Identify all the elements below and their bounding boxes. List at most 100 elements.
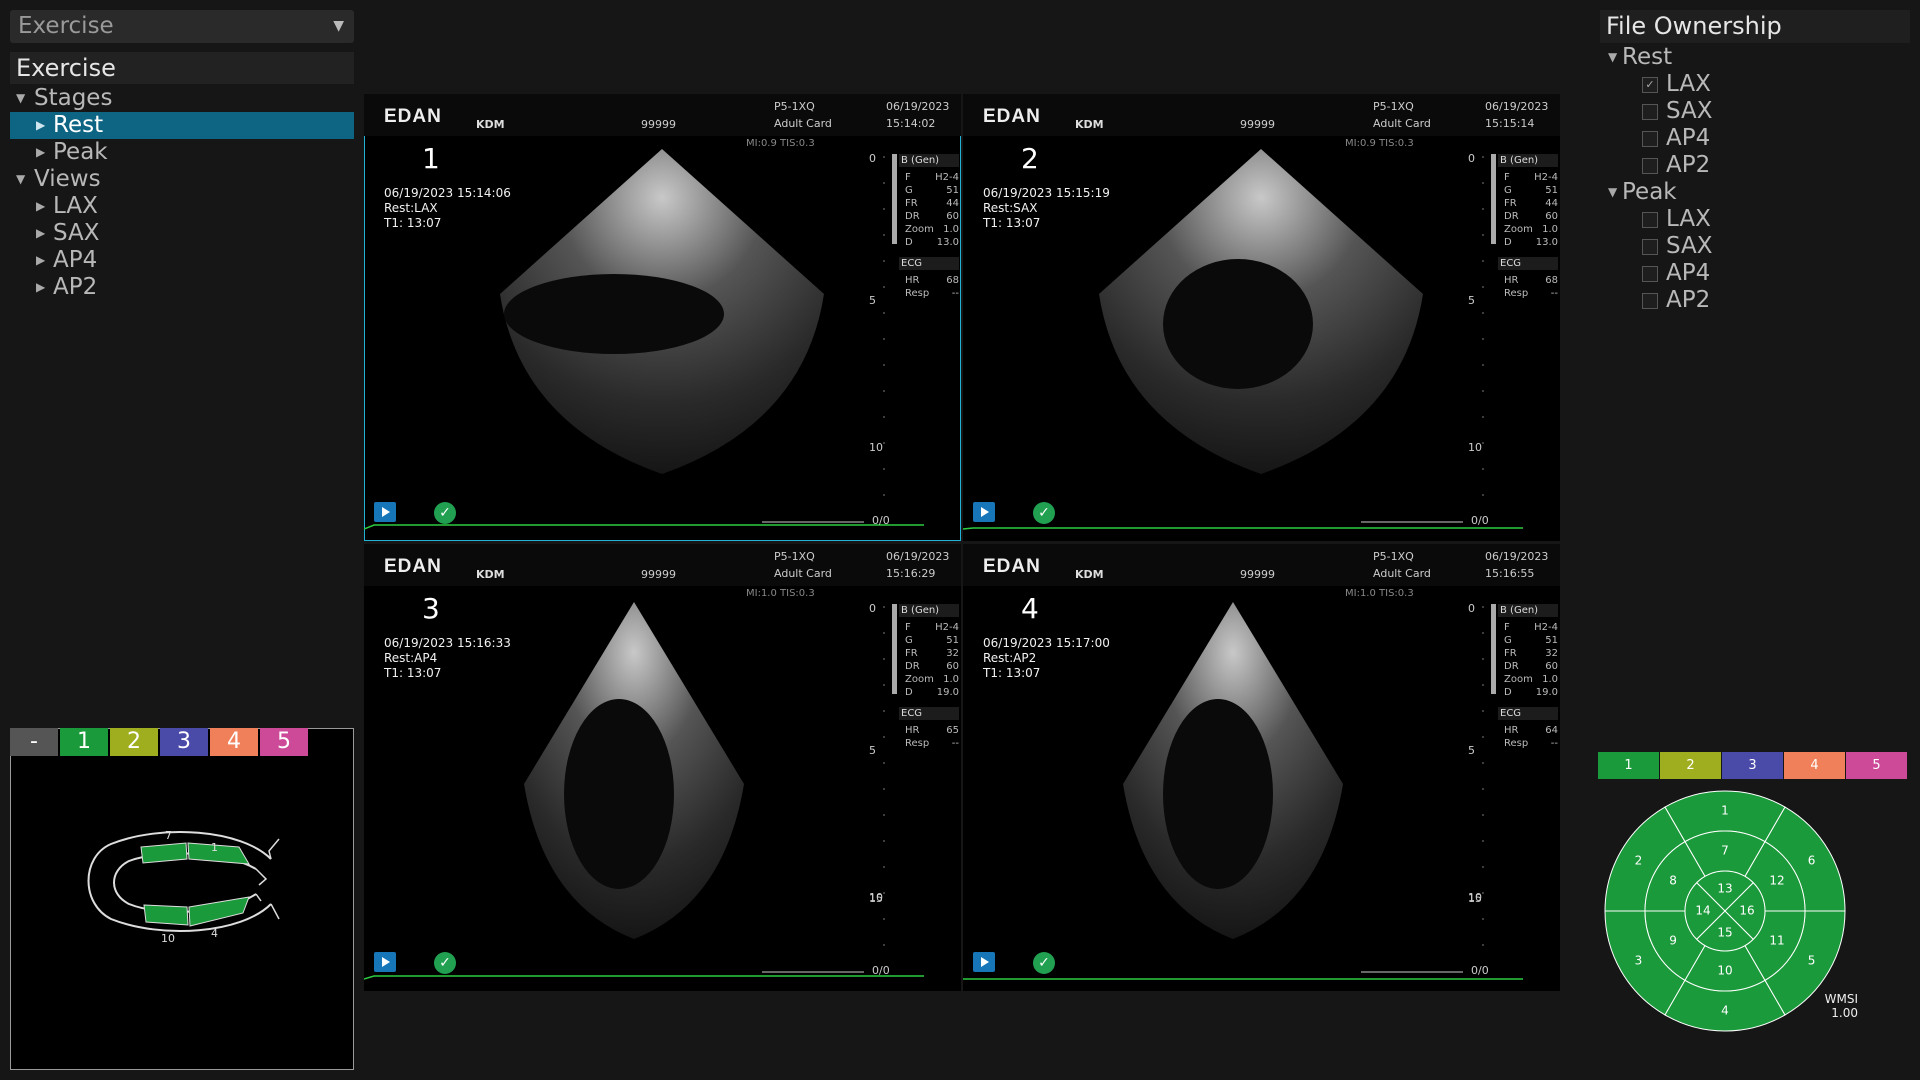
play-button[interactable] xyxy=(973,502,995,522)
bullseye-score-button-1[interactable]: 1 xyxy=(1598,752,1659,779)
param-row: HR 64 xyxy=(1498,724,1558,737)
bullseye-segment-label: 14 xyxy=(1695,904,1710,918)
exam-time: 15:14:02 xyxy=(886,117,936,130)
viewport-4[interactable]: EDAN KDM 99999 P5-1XQ Adult Card 06/19/2023 15… xyxy=(963,544,1560,991)
param-name: Zoom xyxy=(1504,224,1533,235)
param-row: D 19.0 xyxy=(899,686,959,699)
check-icon[interactable]: ✓ xyxy=(1033,952,1055,974)
param-value: 1.0 xyxy=(943,224,959,235)
score-button-4[interactable]: 4 xyxy=(210,728,258,756)
param-value: 60 xyxy=(946,661,959,672)
imaging-parameters: B (Gen) F H2-4 G 51 FR 44 DR 60 Zoom 1.0 D 13.0 ECG HR… xyxy=(1498,154,1558,300)
bottom-scale-label: 0/0 xyxy=(1471,514,1489,527)
mi-tis-readout: MI:0.9 TIS:0.3 xyxy=(746,138,815,149)
param-name: FR xyxy=(905,648,918,659)
checkbox[interactable]: ✓ xyxy=(1642,77,1658,93)
checkbox[interactable] xyxy=(1642,266,1658,282)
bullseye-score-button-3[interactable]: 3 xyxy=(1722,752,1783,779)
exam-date: 06/19/2023 xyxy=(1485,550,1549,563)
checkbox[interactable] xyxy=(1642,212,1658,228)
probe-name: P5-1XQ xyxy=(1373,100,1414,113)
probe-name: P5-1XQ xyxy=(774,100,815,113)
score-button-5[interactable]: 5 xyxy=(260,728,308,756)
ownership-item-sax[interactable]: SAX xyxy=(1600,98,1910,125)
tree-item-peak[interactable]: ▶ Peak xyxy=(10,139,354,166)
ownership-item-ap2[interactable]: AP2 xyxy=(1600,287,1910,314)
param-value: 1.0 xyxy=(1542,224,1558,235)
depth-label: 15 xyxy=(869,892,883,905)
viewport-1[interactable]: EDAN KDM 99999 P5-1XQ Adult Card 06/19/2023 15… xyxy=(364,94,961,541)
tree-item-ap4[interactable]: ▶ AP4 xyxy=(10,247,354,274)
ownership-group-peak[interactable]: ▼ Peak xyxy=(1600,179,1910,206)
viewport-3[interactable]: EDAN KDM 99999 P5-1XQ Adult Card 06/19/2023 15… xyxy=(364,544,961,991)
param-value: 32 xyxy=(946,648,959,659)
mi-tis-readout: MI:0.9 TIS:0.3 xyxy=(1345,138,1414,149)
bullseye-score-button-5[interactable]: 5 xyxy=(1846,752,1907,779)
mode-select[interactable]: Exercise ▼ xyxy=(10,10,354,43)
param-row: DR 60 xyxy=(899,660,959,673)
wmsi-display: WMSI 1.00 xyxy=(1800,992,1858,1020)
score-button-2[interactable]: 2 xyxy=(110,728,158,756)
param-row: FR 32 xyxy=(1498,647,1558,660)
score-button-3[interactable]: 3 xyxy=(160,728,208,756)
imaging-mode: B (Gen) xyxy=(899,154,959,167)
check-icon[interactable]: ✓ xyxy=(1033,502,1055,524)
checkbox[interactable] xyxy=(1642,104,1658,120)
tree-item-stages[interactable]: ▼ Stages xyxy=(10,85,354,112)
bullseye-segment-label: 6 xyxy=(1808,854,1816,868)
imaging-mode: B (Gen) xyxy=(1498,154,1558,167)
tree-item-sax[interactable]: ▶ SAX xyxy=(10,220,354,247)
gray-scale-bar xyxy=(1491,154,1496,244)
ownership-group-rest[interactable]: ▼ Rest xyxy=(1600,44,1910,71)
param-value: 60 xyxy=(946,211,959,222)
checkbox[interactable] xyxy=(1642,239,1658,255)
param-value: 51 xyxy=(1545,185,1558,196)
annotation-datetime: 06/19/2023 15:14:06 xyxy=(384,186,511,200)
param-name: FR xyxy=(1504,198,1517,209)
bullseye-segment-label: 5 xyxy=(1808,954,1816,968)
tree-item-views[interactable]: ▼ Views xyxy=(10,166,354,193)
play-button[interactable] xyxy=(374,952,396,972)
play-button[interactable] xyxy=(973,952,995,972)
mi-tis-readout: MI:1.0 TIS:0.3 xyxy=(1345,588,1414,599)
imaging-mode: B (Gen) xyxy=(899,604,959,617)
score-button-1[interactable]: 1 xyxy=(60,728,108,756)
ownership-item-lax[interactable]: ✓ LAX xyxy=(1600,71,1910,98)
annotation-t1: T1: 13:07 xyxy=(384,666,442,680)
viewport-number: 3 xyxy=(422,592,440,625)
checkbox[interactable] xyxy=(1642,293,1658,309)
imaging-parameters: B (Gen) F H2-4 G 51 FR 32 DR 60 Zoom 1.0 D 19.0 ECG HR… xyxy=(899,604,959,750)
bullseye-segment-label: 1 xyxy=(1721,804,1729,818)
score-button-none[interactable]: - xyxy=(10,728,58,756)
ownership-item-sax[interactable]: SAX xyxy=(1600,233,1910,260)
ownership-item-ap4[interactable]: AP4 xyxy=(1600,125,1910,152)
param-row: Zoom 1.0 xyxy=(899,223,959,236)
diagram-label: 1 xyxy=(211,841,218,854)
lv-segment-diagram[interactable]: 7 1 10 4 xyxy=(11,729,353,1069)
checkbox[interactable] xyxy=(1642,131,1658,147)
viewport-2[interactable]: EDAN KDM 99999 P5-1XQ Adult Card 06/19/2023 15… xyxy=(963,94,1560,541)
bullseye-segment-label: 13 xyxy=(1717,882,1732,896)
ownership-item-ap4[interactable]: AP4 xyxy=(1600,260,1910,287)
ownership-item-lax[interactable]: LAX xyxy=(1600,206,1910,233)
param-name: F xyxy=(905,172,911,183)
param-name: DR xyxy=(905,211,920,222)
tree-item-ap2[interactable]: ▶ AP2 xyxy=(10,274,354,301)
check-icon[interactable]: ✓ xyxy=(434,952,456,974)
checkbox[interactable] xyxy=(1642,158,1658,174)
viewport-number: 2 xyxy=(1021,142,1039,175)
bullseye-score-button-4[interactable]: 4 xyxy=(1784,752,1845,779)
tree-item-lax[interactable]: ▶ LAX xyxy=(10,193,354,220)
play-button[interactable] xyxy=(374,502,396,522)
tree-item-rest[interactable]: ▶ Rest xyxy=(10,112,354,139)
depth-label: 5 xyxy=(1468,744,1475,757)
ownership-item-label: AP4 xyxy=(1666,125,1711,151)
check-icon[interactable]: ✓ xyxy=(434,502,456,524)
ecg-trace xyxy=(364,975,924,980)
bullseye-score-button-2[interactable]: 2 xyxy=(1660,752,1721,779)
param-name: D xyxy=(1504,687,1512,698)
param-name: Zoom xyxy=(905,674,934,685)
depth-label: 0 xyxy=(869,152,876,165)
ownership-item-ap2[interactable]: AP2 xyxy=(1600,152,1910,179)
ownership-group-label: Peak xyxy=(1622,179,1677,205)
